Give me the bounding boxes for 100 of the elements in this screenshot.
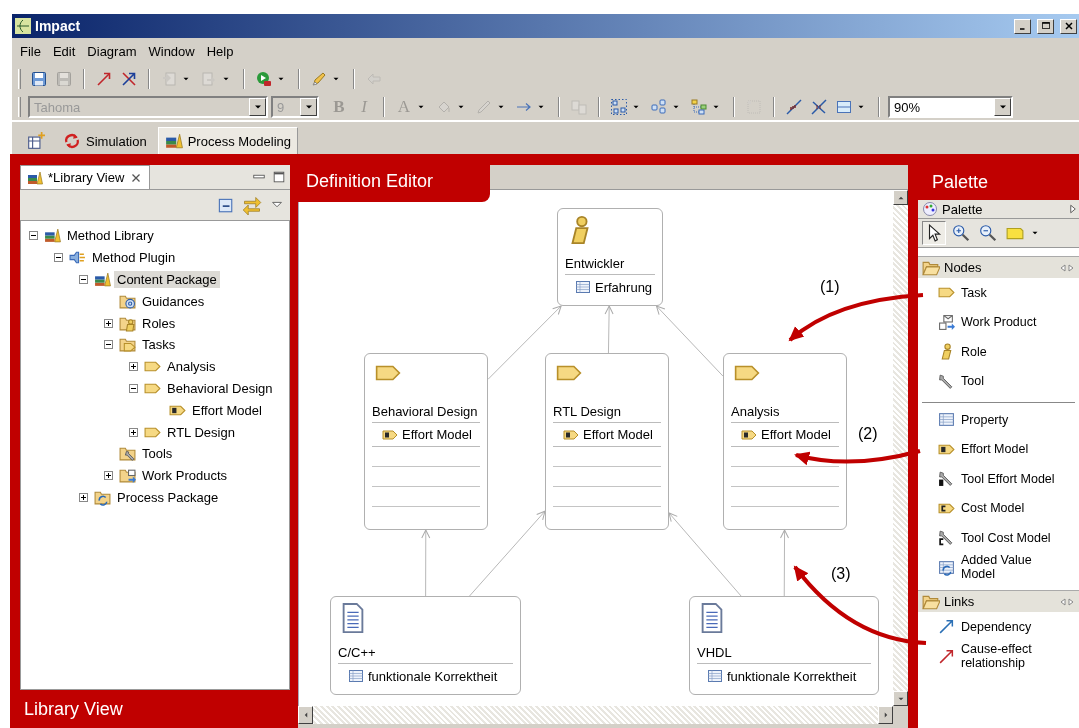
tree-item[interactable]: Guidances: [139, 292, 208, 310]
callout-label: (2): [858, 425, 878, 443]
palette-item[interactable]: Task: [918, 278, 1079, 308]
document-icon: [341, 603, 365, 633]
menu-item[interactable]: Help: [200, 40, 240, 62]
scroll-left-button[interactable]: [298, 706, 313, 724]
task-node[interactable]: Behavioral Design Effort Model: [364, 353, 488, 530]
collapse-toggle[interactable]: [104, 340, 113, 350]
palette-item[interactable]: Cost Model: [922, 493, 1075, 523]
books-icon[interactable]: [164, 132, 183, 150]
property-label: Effort Model: [402, 427, 472, 442]
palette-item[interactable]: Tool: [918, 366, 1079, 396]
folder-icon: [119, 467, 136, 485]
menu-item[interactable]: Window: [142, 40, 201, 62]
tree-item[interactable]: Analysis: [164, 358, 219, 376]
property-label: Effort Model: [583, 427, 653, 442]
wrench-icon[interactable]: [938, 470, 955, 488]
zoom-field[interactable]: 90%: [888, 96, 1013, 118]
palette-item[interactable]: Work Product: [918, 307, 1079, 337]
maximize-icon[interactable]: [272, 170, 286, 184]
annotation-label: Palette: [918, 165, 1079, 200]
menu-item[interactable]: Edit: [46, 40, 82, 62]
folder-icon: [119, 445, 136, 463]
vertical-scrollbar[interactable]: [893, 190, 908, 706]
tree-item[interactable]: Tasks: [139, 336, 179, 354]
document-icon: [700, 603, 724, 633]
connector-arrow: [780, 529, 790, 597]
palette-item[interactable]: Tool Effort Model: [922, 464, 1075, 494]
menu-item[interactable]: File: [14, 40, 47, 62]
property-label: funktionale Korrektheit: [727, 668, 857, 684]
node-title: RTL Design: [553, 402, 622, 421]
tree-item[interactable]: Process Package: [114, 488, 222, 506]
palette-item[interactable]: Cause-effect relationship: [918, 641, 1079, 671]
collapse-toggle[interactable]: [129, 383, 138, 393]
collapse-all-icon[interactable]: [216, 196, 234, 214]
property-label: Erfahrung: [595, 279, 653, 295]
palette-item[interactable]: Role: [918, 337, 1079, 367]
tree-item[interactable]: Method Plugin: [89, 249, 179, 267]
table-icon[interactable]: [938, 558, 955, 576]
role-node[interactable]: Entwickler Erfahrung: [557, 208, 663, 306]
palette-item[interactable]: Effort Model: [922, 434, 1075, 464]
task-node[interactable]: RTL Design Effort Model: [545, 353, 669, 530]
folder-icon: [119, 336, 136, 354]
arrow-icon[interactable]: [938, 618, 955, 636]
menu-item[interactable]: Diagram: [81, 40, 143, 62]
view-tab[interactable]: *Library View: [20, 165, 151, 189]
cycle-icon[interactable]: [63, 132, 81, 150]
table-icon: [348, 668, 364, 684]
tree-item[interactable]: Work Products: [139, 467, 230, 485]
table-icon: [707, 668, 723, 684]
palette-item[interactable]: Dependency: [918, 612, 1079, 642]
node-title: Entwickler: [565, 255, 626, 274]
node-title: Analysis: [731, 402, 781, 421]
expand-toggle[interactable]: [104, 318, 113, 328]
palette-title: Palette: [942, 201, 984, 217]
property-label: Effort Model: [761, 427, 831, 442]
app-icon: [15, 18, 31, 34]
envelope-document-icon[interactable]: [938, 313, 955, 331]
palette-item[interactable]: Tool Cost Model: [922, 523, 1075, 553]
tree-item[interactable]: RTL Design: [164, 423, 238, 441]
palette-item[interactable]: Added Value Model: [922, 552, 1075, 582]
collapse-toggle[interactable]: [29, 231, 38, 241]
arrow-icon[interactable]: [938, 647, 955, 665]
tree-item[interactable]: Method Library: [64, 227, 157, 245]
expand-toggle[interactable]: [129, 362, 138, 372]
window-title: Impact: [35, 18, 82, 34]
books-icon[interactable]: [27, 169, 43, 186]
scroll-right-button[interactable]: [878, 706, 893, 724]
callout-label: (3): [831, 565, 851, 583]
tree-item[interactable]: Content Package: [114, 271, 220, 288]
tree-item[interactable]: Tools: [139, 445, 176, 463]
books-icon: [44, 227, 61, 245]
expand-toggle[interactable]: [129, 427, 138, 437]
wrench-icon[interactable]: [938, 529, 955, 547]
collapse-toggle[interactable]: [79, 275, 88, 284]
palette-item[interactable]: Property: [922, 405, 1075, 435]
node-title: Behavioral Design: [372, 402, 479, 421]
work-product-node[interactable]: C/C++ funktionale Korrektheit: [330, 596, 521, 695]
task-node[interactable]: Analysis Effort Model: [723, 353, 847, 530]
table-icon[interactable]: [938, 411, 955, 429]
node-title: VHDL: [697, 643, 733, 662]
table-icon: [575, 279, 591, 295]
tree-item[interactable]: Behavioral Design: [164, 379, 276, 397]
window-plus-icon[interactable]: [27, 132, 45, 150]
expand-toggle[interactable]: [79, 492, 88, 502]
expand-toggle[interactable]: [104, 471, 113, 481]
tree-item[interactable]: Roles: [139, 314, 179, 332]
perspective-tab[interactable]: Process Modeling: [157, 127, 299, 154]
annotation-label: Library View: [10, 690, 298, 728]
tree-item[interactable]: Effort Model: [189, 401, 265, 419]
connector-arrow: [604, 305, 614, 354]
connector-arrow: [656, 305, 724, 377]
triangle-right-icon[interactable]: [1067, 203, 1079, 215]
palette-icon: [922, 201, 938, 217]
work-product-node[interactable]: VHDL funktionale Korrektheit: [689, 596, 879, 695]
horizontal-scrollbar[interactable]: [298, 706, 893, 724]
collapse-toggle[interactable]: [54, 253, 63, 263]
books-icon: [94, 271, 111, 288]
person-icon: [568, 215, 592, 245]
perspective-tab[interactable]: Simulation: [56, 127, 154, 154]
